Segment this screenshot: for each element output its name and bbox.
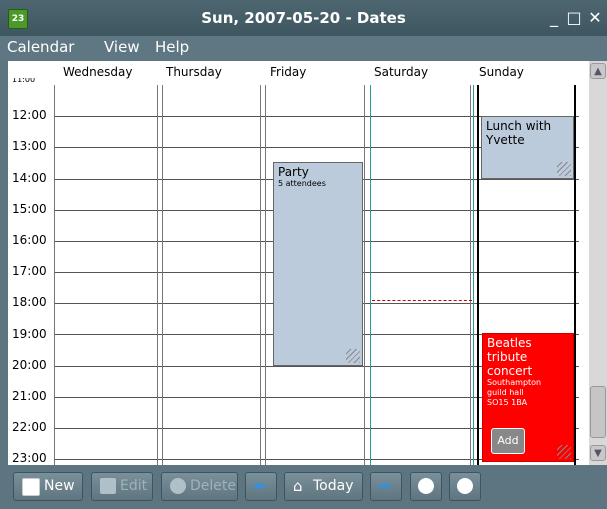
trash-icon bbox=[170, 478, 186, 494]
time-label: 12:00 bbox=[12, 108, 47, 122]
event-title: Lunch with Yvette bbox=[486, 119, 552, 147]
time-label: 18:00 bbox=[12, 295, 47, 309]
day-header-sunday: Sunday bbox=[479, 65, 524, 79]
time-label: 21:00 bbox=[12, 389, 47, 403]
day-header-thursday: Thursday bbox=[166, 65, 222, 79]
add-button[interactable]: Add bbox=[491, 428, 525, 454]
title-bar: 23 Sun, 2007-05-20 - Dates _ □ ✕ bbox=[0, 0, 607, 36]
zoom-out-button[interactable] bbox=[410, 472, 442, 501]
current-time-indicator bbox=[372, 300, 472, 301]
event-party[interactable]: Party 5 attendees bbox=[273, 162, 363, 366]
time-label: 13:00 bbox=[12, 139, 47, 153]
menu-calendar[interactable]: Calendar bbox=[7, 38, 74, 56]
edit-button[interactable]: Edit bbox=[91, 472, 153, 501]
scroll-up-icon[interactable]: ▲ bbox=[590, 63, 606, 79]
event-beatles-concert[interactable]: Beatles tribute concert Southampton guil… bbox=[482, 333, 574, 462]
resize-grip-icon[interactable] bbox=[346, 349, 360, 363]
time-label: 16:00 bbox=[12, 233, 47, 247]
scroll-down-icon[interactable]: ▼ bbox=[590, 445, 606, 461]
today-left-border bbox=[477, 85, 479, 465]
time-label: 19:00 bbox=[12, 327, 47, 341]
maximize-button[interactable]: □ bbox=[566, 8, 582, 27]
week-calendar-view[interactable]: Wednesday Thursday Friday Saturday Sunda… bbox=[8, 61, 589, 465]
resize-grip-icon[interactable] bbox=[557, 162, 571, 176]
zoom-out-icon bbox=[418, 478, 434, 494]
day-divider bbox=[370, 85, 371, 465]
day-divider bbox=[157, 85, 158, 465]
time-label: 22:00 bbox=[12, 420, 47, 434]
event-title: Party bbox=[278, 165, 309, 179]
day-divider bbox=[54, 85, 55, 465]
event-detail: SO15 1BA bbox=[487, 398, 528, 407]
today-button[interactable]: ⌂ Today bbox=[284, 472, 363, 501]
day-header-friday: Friday bbox=[270, 65, 307, 79]
day-divider bbox=[162, 85, 163, 465]
time-label: 20:00 bbox=[12, 358, 47, 372]
day-header-wednesday: Wednesday bbox=[63, 65, 133, 79]
menu-view[interactable]: View bbox=[104, 38, 140, 56]
event-detail: 5 attendees bbox=[278, 179, 326, 188]
toolbar: New Edit Delete ⬅ ⌂ Today ➡ bbox=[0, 466, 607, 509]
window-title: Sun, 2007-05-20 - Dates bbox=[201, 9, 406, 27]
zoom-in-icon bbox=[457, 478, 473, 494]
arrow-left-icon: ⬅ bbox=[253, 476, 267, 495]
menu-bar: Calendar View Help bbox=[0, 36, 607, 60]
day-header-saturday: Saturday bbox=[374, 65, 429, 79]
day-divider bbox=[470, 85, 471, 465]
day-divider bbox=[473, 85, 474, 465]
close-button[interactable]: ✕ bbox=[587, 8, 603, 27]
previous-button[interactable]: ⬅ bbox=[245, 472, 277, 501]
scrollbar-thumb[interactable] bbox=[590, 386, 606, 438]
event-detail: Southampton bbox=[487, 378, 542, 387]
event-detail: guild hall bbox=[487, 388, 524, 397]
new-document-icon bbox=[22, 478, 40, 496]
edit-icon bbox=[100, 478, 116, 494]
time-label: 23:00 bbox=[12, 451, 47, 465]
delete-button[interactable]: Delete bbox=[161, 472, 238, 501]
time-label: 17:00 bbox=[12, 264, 47, 278]
day-divider bbox=[260, 85, 261, 465]
today-right-border bbox=[574, 85, 576, 465]
resize-grip-icon[interactable] bbox=[557, 445, 571, 459]
menu-help[interactable]: Help bbox=[155, 38, 189, 56]
time-label: 14:00 bbox=[12, 171, 47, 185]
time-label: 15:00 bbox=[12, 202, 47, 216]
next-button[interactable]: ➡ bbox=[370, 472, 402, 501]
day-divider bbox=[364, 85, 365, 465]
event-lunch[interactable]: Lunch with Yvette bbox=[481, 116, 574, 179]
time-label: 11:00 bbox=[12, 78, 36, 84]
vertical-scrollbar[interactable]: ▲ ▼ bbox=[589, 61, 607, 465]
arrow-right-icon: ➡ bbox=[378, 476, 392, 495]
home-icon: ⌂ bbox=[293, 477, 303, 495]
new-button[interactable]: New bbox=[13, 472, 83, 501]
event-title: Beatles tribute concert bbox=[487, 336, 533, 378]
minimize-button[interactable]: _ bbox=[546, 8, 562, 27]
day-divider bbox=[265, 85, 266, 465]
zoom-in-button[interactable] bbox=[449, 472, 481, 501]
